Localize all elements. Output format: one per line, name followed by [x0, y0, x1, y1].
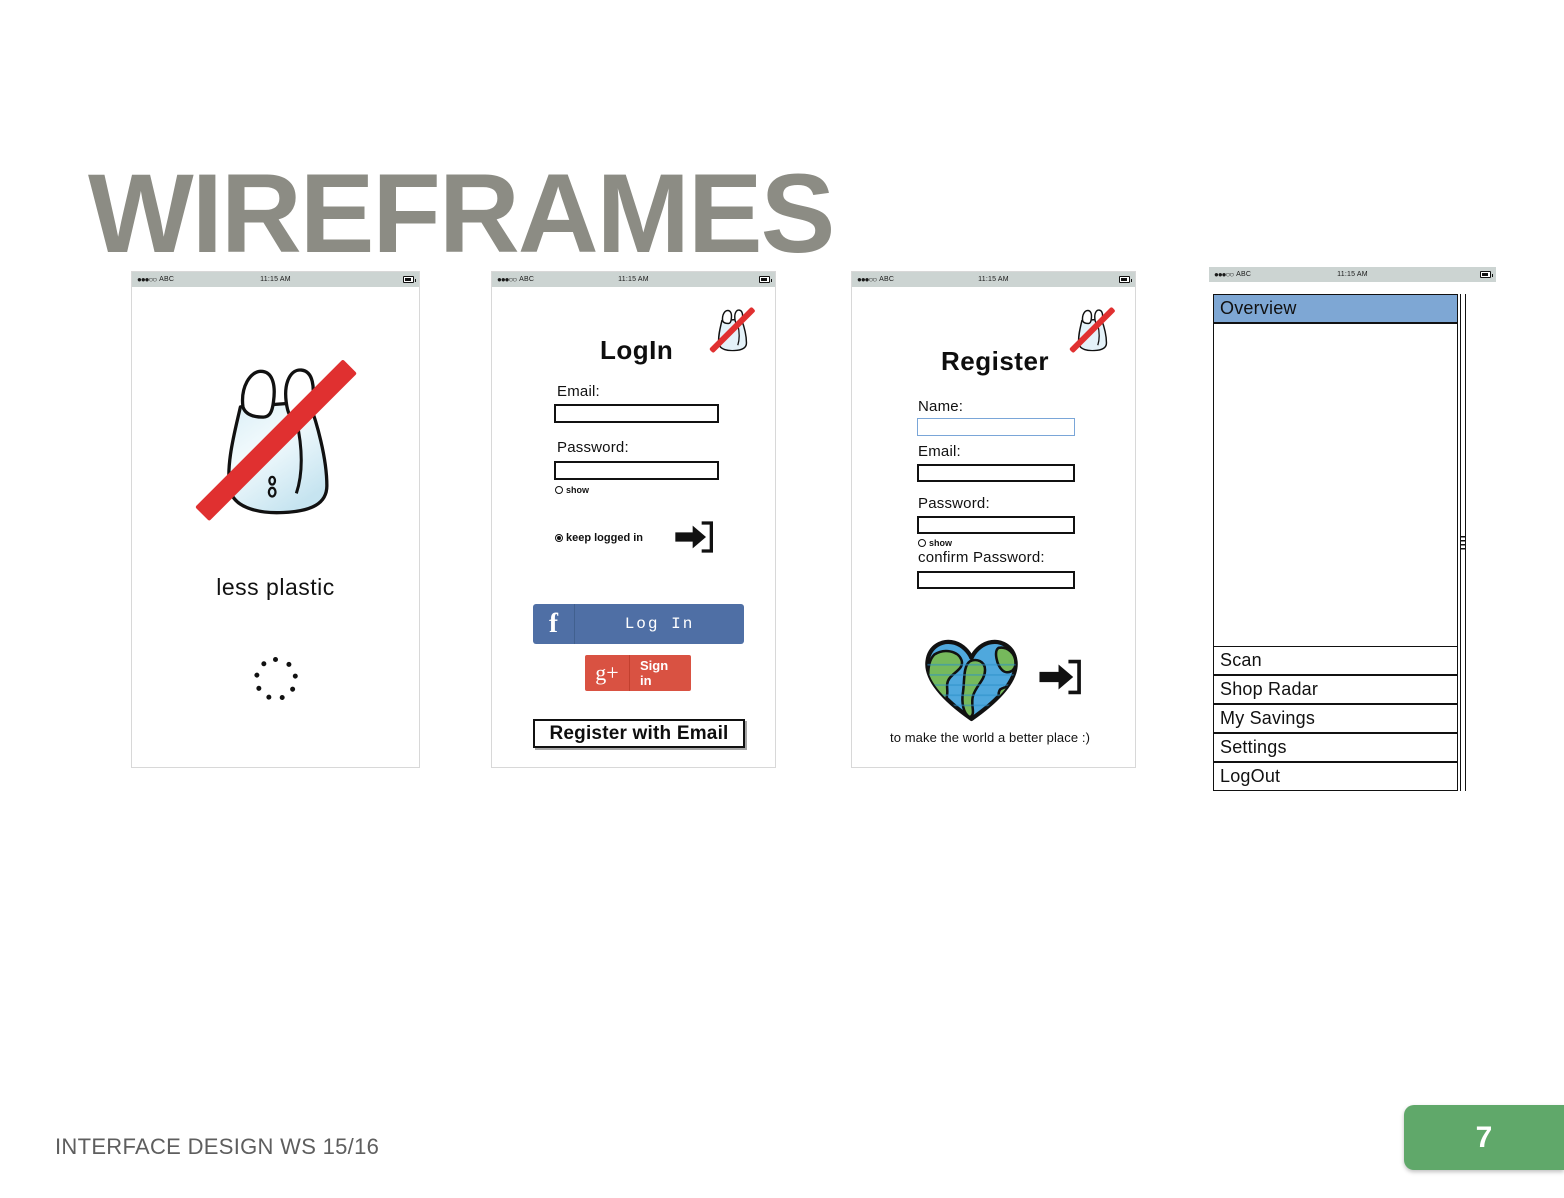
name-label: Name:	[918, 398, 964, 415]
signal-dots-icon: ●●●○○	[1214, 270, 1234, 279]
status-bar-time: 11:15 AM	[260, 276, 291, 283]
register-tagline: to make the world a better place :)	[890, 730, 1091, 745]
menu-item-label: My Savings	[1220, 708, 1316, 728]
confirm-password-label: confirm Password:	[918, 549, 1045, 566]
battery-icon	[1480, 271, 1493, 278]
carrier-label: ABC	[159, 276, 175, 283]
menu-item-logout[interactable]: LogOut	[1213, 762, 1458, 791]
radio-icon	[555, 486, 563, 494]
google-signin-label: Sign in	[640, 658, 669, 688]
status-bar: ●●●○○ ABC 11:15 AM	[132, 272, 419, 287]
menu-item-label: LogOut	[1220, 766, 1281, 786]
show-password-toggle[interactable]: show	[555, 485, 589, 495]
battery-icon	[403, 276, 416, 283]
no-plastic-bag-icon	[167, 331, 385, 549]
slide: WIREFRAMES ●●●○○ ABC 11:15 AM less plast…	[0, 0, 1564, 1198]
battery-icon	[1119, 276, 1132, 283]
password-label: Password:	[557, 439, 629, 456]
status-bar-left: ●●●○○ ABC	[137, 275, 174, 284]
keep-logged-in-toggle[interactable]: keep logged in	[555, 532, 643, 544]
radio-icon	[918, 539, 926, 547]
email-field[interactable]	[917, 464, 1075, 482]
carrier-label: ABC	[519, 276, 535, 283]
battery-icon	[759, 276, 772, 283]
password-field[interactable]	[554, 461, 719, 480]
menu-item-my-savings[interactable]: My Savings	[1213, 704, 1458, 733]
menu-item-shop-radar[interactable]: Shop Radar	[1213, 675, 1458, 704]
menu-item-scan[interactable]: Scan	[1213, 646, 1458, 675]
email-label: Email:	[557, 383, 600, 400]
menu-item-label: Settings	[1220, 737, 1287, 757]
status-bar-left: ●●●○○ ABC	[1214, 270, 1251, 279]
menu-item-overview[interactable]: Overview	[1213, 294, 1458, 323]
email-label: Email:	[918, 443, 961, 460]
footer-label: INTERFACE DESIGN WS 15/16	[55, 1134, 380, 1159]
signal-dots-icon: ●●●○○	[137, 275, 157, 284]
status-bar: ●●●○○ ABC 11:15 AM	[1209, 267, 1496, 282]
facebook-login-button[interactable]: f Log In	[533, 604, 744, 644]
status-bar-right	[1119, 276, 1132, 283]
page-number-badge: 7	[1404, 1105, 1564, 1170]
phone-screen-register: ●●●○○ ABC 11:15 AM Register Name: Email:…	[851, 271, 1136, 768]
confirm-password-field[interactable]	[917, 571, 1075, 589]
password-label: Password:	[918, 495, 990, 512]
menu-content-area	[1213, 323, 1458, 648]
scrollbar-grip-icon[interactable]	[1461, 535, 1465, 550]
splash-caption: less plastic	[216, 574, 335, 600]
enter-arrow-icon[interactable]	[674, 519, 714, 555]
carrier-label: ABC	[1236, 271, 1252, 278]
phone-screen-menu: ●●●○○ ABC 11:15 AM Overview Scan Shop Ra…	[1209, 267, 1496, 791]
status-bar-time: 11:15 AM	[1337, 271, 1368, 278]
menu-item-label: Overview	[1220, 298, 1297, 318]
menu-item-label: Shop Radar	[1220, 679, 1319, 699]
splash-screen-body: less plastic	[132, 287, 419, 767]
email-field[interactable]	[554, 404, 719, 423]
google-plus-icon: g+	[585, 655, 630, 691]
facebook-login-label: Log In	[624, 615, 695, 633]
status-bar-right	[403, 276, 416, 283]
phone-screen-login: ●●●○○ ABC 11:15 AM LogIn Email: Password…	[491, 271, 776, 768]
status-bar-right	[1480, 271, 1493, 278]
login-title: LogIn	[600, 335, 674, 365]
register-with-email-button[interactable]: Register with Email	[533, 719, 745, 748]
no-plastic-bag-icon	[701, 299, 763, 361]
status-bar: ●●●○○ ABC 11:15 AM	[492, 272, 775, 287]
scrollbar[interactable]	[1460, 294, 1466, 791]
no-plastic-bag-icon	[1061, 299, 1123, 361]
status-bar: ●●●○○ ABC 11:15 AM	[852, 272, 1135, 287]
status-bar-right	[759, 276, 772, 283]
menu-screen-body: Overview Scan Shop Radar My Savings Sett…	[1209, 282, 1496, 791]
name-field[interactable]	[917, 418, 1075, 436]
show-password-label: show	[566, 485, 590, 495]
earth-heart-icon	[919, 636, 1024, 724]
carrier-label: ABC	[879, 276, 895, 283]
phone-screen-splash: ●●●○○ ABC 11:15 AM less plastic	[131, 271, 420, 768]
signal-dots-icon: ●●●○○	[857, 275, 877, 284]
signal-dots-icon: ●●●○○	[497, 275, 517, 284]
login-screen-body: LogIn Email: Password: show keep logged …	[492, 287, 775, 767]
status-bar-left: ●●●○○ ABC	[497, 275, 534, 284]
menu-item-label: Scan	[1220, 650, 1262, 670]
register-screen-body: Register Name: Email: Password: show con…	[852, 287, 1135, 767]
facebook-icon: f	[533, 604, 575, 644]
status-bar-time: 11:15 AM	[978, 276, 1009, 283]
page-title: WIREFRAMES	[88, 151, 835, 276]
show-password-label: show	[929, 538, 953, 548]
enter-arrow-icon[interactable]	[1038, 657, 1082, 697]
loading-spinner-icon	[254, 657, 298, 701]
radio-icon-checked	[555, 534, 563, 542]
google-signin-button[interactable]: g+ Sign in	[585, 655, 691, 691]
show-password-toggle[interactable]: show	[918, 538, 952, 548]
password-field[interactable]	[917, 516, 1075, 534]
register-title: Register	[941, 346, 1050, 376]
status-bar-time: 11:15 AM	[618, 276, 649, 283]
status-bar-left: ●●●○○ ABC	[857, 275, 894, 284]
keep-logged-in-label: keep logged in	[566, 532, 644, 544]
menu-item-settings[interactable]: Settings	[1213, 733, 1458, 762]
